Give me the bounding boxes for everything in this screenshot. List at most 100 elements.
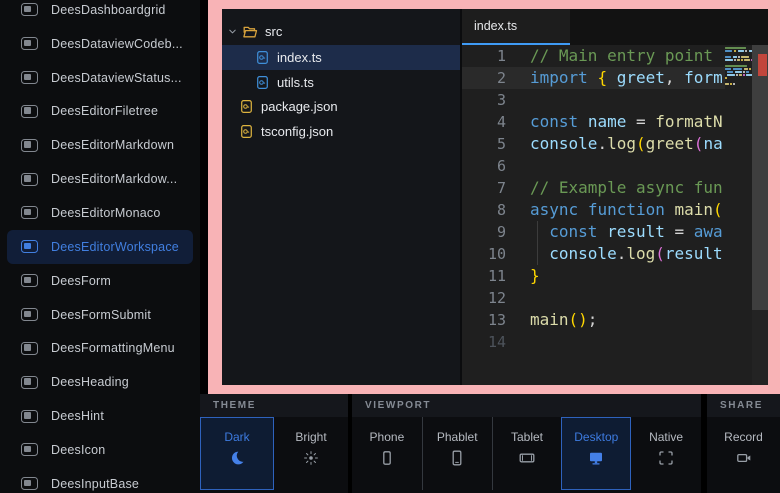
- bright-button[interactable]: Bright: [274, 417, 348, 490]
- code-text: console.log(greet(na: [530, 133, 723, 155]
- code-line[interactable]: 3: [462, 89, 768, 111]
- code-line[interactable]: 12: [462, 287, 768, 309]
- chevron-down-icon[interactable]: [227, 26, 238, 37]
- sidebar-item-label: DeesEditorMonaco: [51, 206, 161, 220]
- component-icon: [21, 477, 38, 490]
- native-button[interactable]: Native: [631, 417, 701, 490]
- line-number: 13: [462, 309, 506, 331]
- sidebar-item-label: DeesDashboardgrid: [51, 3, 166, 17]
- code-line[interactable]: 14: [462, 331, 768, 353]
- code-line[interactable]: 8async function main(: [462, 199, 768, 221]
- sidebar-divider: [200, 0, 208, 394]
- tab-bar: index.ts: [462, 9, 768, 45]
- sidebar-item-label: DeesHint: [51, 409, 104, 423]
- sidebar-item[interactable]: DeesEditorMonaco: [7, 196, 193, 230]
- tablet-button[interactable]: Tablet: [492, 417, 562, 490]
- code-text: const result = awa: [530, 221, 723, 243]
- button-label: Dark: [224, 430, 249, 444]
- component-icon: [21, 240, 38, 253]
- sidebar-item[interactable]: DeesFormSubmit: [7, 298, 193, 332]
- tree-item[interactable]: src: [222, 19, 460, 44]
- sidebar-item-label: DeesInputBase: [51, 477, 139, 491]
- sidebar-item-label: DeesEditorMarkdown: [51, 138, 174, 152]
- file-tree-panel: src index.ts utils.tspackage.json tsconfig.…: [222, 9, 462, 385]
- tab-index-ts[interactable]: index.ts: [462, 9, 570, 45]
- preview-frame: src index.ts utils.tspackage.json tsconfig.…: [208, 0, 780, 394]
- line-number: 4: [462, 111, 506, 133]
- component-icon: [21, 376, 38, 389]
- phablet-button[interactable]: Phablet: [422, 417, 492, 490]
- line-number: 3: [462, 89, 506, 111]
- section-label: SHARE: [707, 394, 780, 417]
- sidebar-item[interactable]: DeesFormattingMenu: [7, 331, 193, 365]
- sidebar-item[interactable]: DeesEditorWorkspace: [7, 230, 193, 264]
- native-icon: [658, 450, 674, 466]
- component-icon: [21, 37, 38, 50]
- record-button[interactable]: Record: [707, 417, 780, 490]
- code-editor[interactable]: 1// Main entry point2import { greet, for…: [462, 45, 768, 385]
- sidebar-item[interactable]: DeesDataviewStatus...: [7, 61, 193, 95]
- code-text: }: [530, 265, 540, 287]
- sidebar-item[interactable]: DeesHeading: [7, 365, 193, 399]
- sidebar-item[interactable]: DeesForm: [7, 264, 193, 298]
- sidebar-item[interactable]: DeesEditorMarkdown: [7, 128, 193, 162]
- code-line[interactable]: 9 const result = awa: [462, 221, 768, 243]
- moon-icon: [229, 450, 245, 466]
- tree-item[interactable]: package.json: [222, 94, 460, 119]
- code-text: import { greet, form: [530, 67, 723, 89]
- vertical-scrollbar[interactable]: [752, 45, 768, 385]
- typescript-file-icon: [255, 75, 270, 90]
- scrollbar-thumb[interactable]: [752, 45, 768, 310]
- sidebar-item-label: DeesDataviewCodeb...: [51, 37, 183, 51]
- code-line[interactable]: 6: [462, 155, 768, 177]
- tree-item[interactable]: utils.ts: [222, 70, 460, 95]
- code-text: main();: [530, 309, 597, 331]
- sidebar-item[interactable]: DeesHint: [7, 399, 193, 433]
- overview-ruler-marker: [758, 54, 767, 76]
- tree-item[interactable]: tsconfig.json: [222, 119, 460, 144]
- typescript-file-icon: [255, 50, 270, 65]
- line-number: 9: [462, 221, 506, 243]
- tab-label: index.ts: [474, 19, 517, 33]
- sidebar-item[interactable]: DeesDataviewCodeb...: [7, 27, 193, 61]
- editor-panel: index.ts 1// Main entry point2import { g…: [462, 9, 768, 385]
- minimap[interactable]: [725, 45, 752, 385]
- sidebar-item-label: DeesEditorWorkspace: [51, 240, 179, 254]
- component-icon: [21, 3, 38, 16]
- sidebar-item[interactable]: DeesIcon: [7, 433, 193, 467]
- toolbar-section-headers: THEMEVIEWPORTSHARE: [200, 394, 780, 417]
- code-line[interactable]: 13 main();: [462, 309, 768, 331]
- tree-item[interactable]: index.ts: [222, 45, 460, 70]
- code-line[interactable]: 7// Example async fun: [462, 177, 768, 199]
- button-label: Native: [649, 430, 683, 444]
- sidebar-item-label: DeesHeading: [51, 375, 129, 389]
- line-number: 8: [462, 199, 506, 221]
- sidebar-item-label: DeesFormSubmit: [51, 308, 151, 322]
- toolbar-buttons: Dark BrightPhonePhabletTablet Desktop Nativ…: [200, 417, 780, 493]
- code-line[interactable]: 10 console.log(result: [462, 243, 768, 265]
- code-text: // Example async fun: [530, 177, 723, 199]
- sidebar-item-label: DeesEditorMarkdow...: [51, 172, 177, 186]
- sidebar-item[interactable]: DeesDashboardgrid: [7, 0, 193, 27]
- code-line[interactable]: 11}: [462, 265, 768, 287]
- dark-button[interactable]: Dark: [200, 417, 274, 490]
- toolbar-section-header: VIEWPORT: [352, 394, 701, 417]
- code-line[interactable]: 4const name = formatN: [462, 111, 768, 133]
- desktop-button[interactable]: Desktop: [561, 417, 631, 490]
- component-icon: [21, 443, 38, 456]
- component-icon: [21, 139, 38, 152]
- sidebar-item-label: DeesForm: [51, 274, 111, 288]
- phone-button[interactable]: Phone: [352, 417, 422, 490]
- sidebar-item[interactable]: DeesInputBase: [7, 467, 193, 493]
- tree-item-label: index.ts: [277, 50, 322, 65]
- code-line[interactable]: 5console.log(greet(na: [462, 133, 768, 155]
- code-line[interactable]: 1// Main entry point: [462, 45, 768, 67]
- sidebar-item[interactable]: DeesEditorMarkdow...: [7, 162, 193, 196]
- phablet-icon: [449, 450, 465, 466]
- tree-item-label: tsconfig.json: [261, 124, 333, 139]
- component-icon: [21, 308, 38, 321]
- code-line[interactable]: 2import { greet, form: [462, 67, 768, 89]
- sidebar-item[interactable]: DeesEditorFiletree: [7, 95, 193, 129]
- button-label: Desktop: [574, 430, 618, 444]
- component-sidebar: DeesDashboardgrid DeesDataviewCodeb... Dee…: [0, 0, 200, 493]
